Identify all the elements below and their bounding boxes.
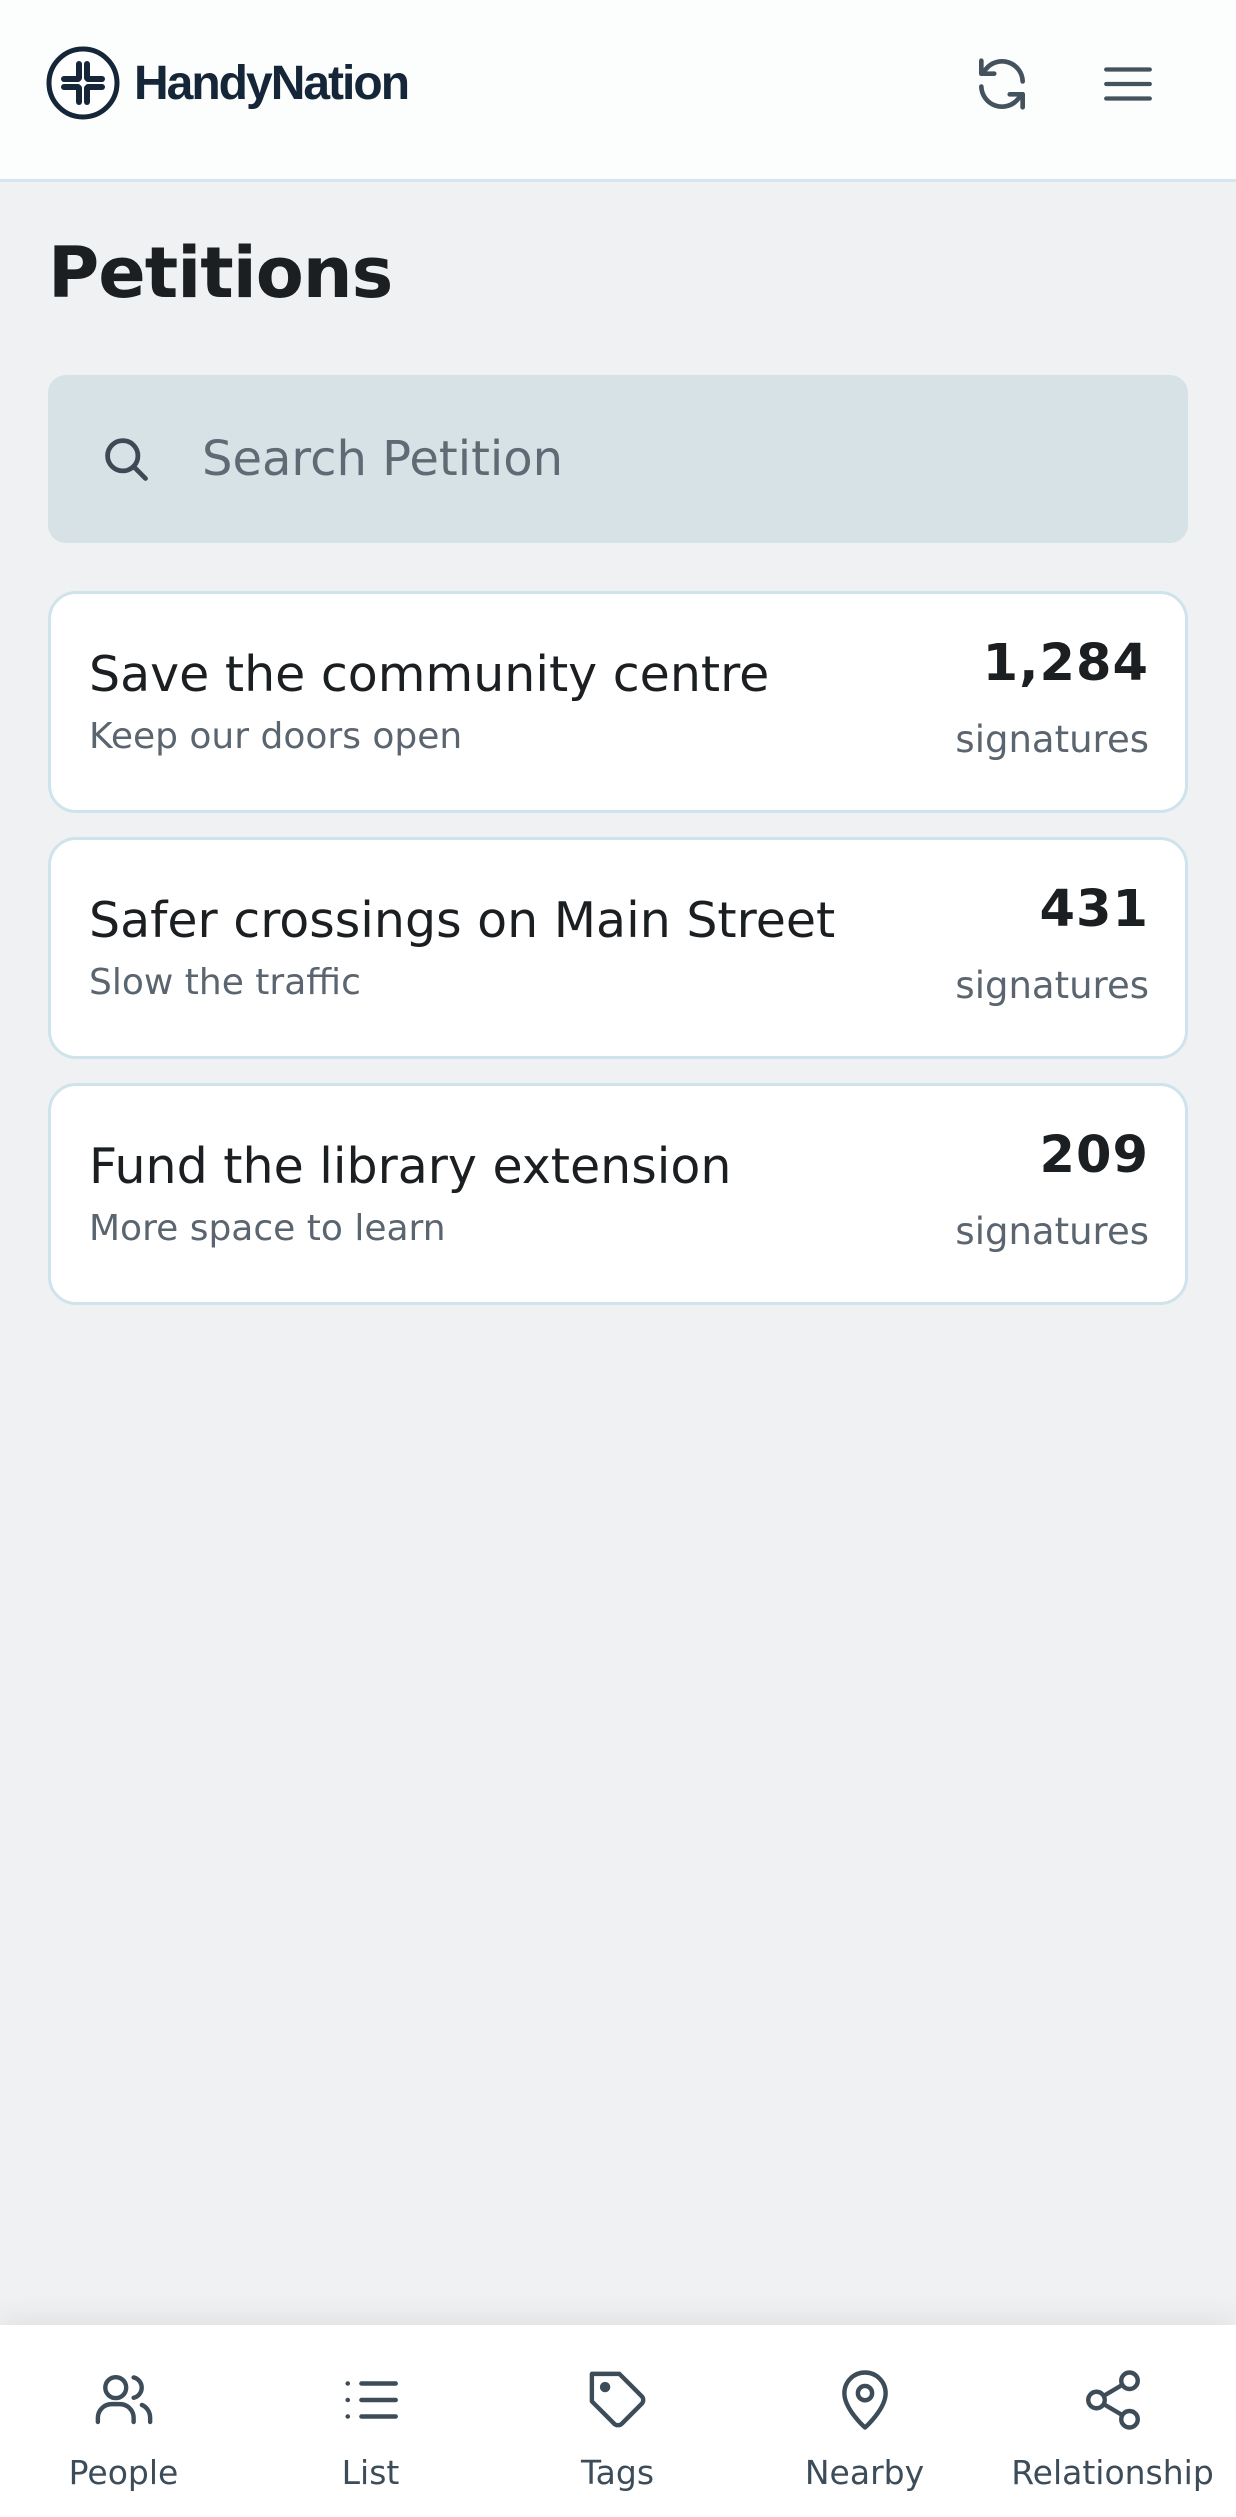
petition-title: Fund the library extension <box>89 1138 732 1195</box>
petition-title: Save the community centre <box>89 646 770 703</box>
nav-item-nearby[interactable]: Nearby <box>741 2325 988 2517</box>
nav-item-tags[interactable]: Tags <box>494 2325 741 2517</box>
search-icon <box>105 438 148 481</box>
signature-count: 1,284 <box>982 634 1149 693</box>
menu-button[interactable] <box>1092 48 1164 120</box>
map-pin-icon <box>841 2370 888 2430</box>
petition-title: Safer crossings on Main Street <box>89 892 836 949</box>
nav-item-people[interactable]: People <box>0 2325 247 2517</box>
list-icon <box>344 2381 398 2419</box>
petition-card[interactable]: Safer crossings on Main Street Slow the … <box>48 837 1188 1059</box>
nav-label: Tags <box>580 2453 655 2492</box>
signature-unit: signatures <box>955 718 1149 761</box>
nav-label: Relationship <box>1011 2453 1214 2492</box>
petition-subtitle: Slow the traffic <box>89 962 361 1003</box>
petition-subtitle: More space to learn <box>89 1208 446 1249</box>
bottom-navigation: People List Tags Nearby Relationship <box>0 2325 1236 2517</box>
signature-unit: signatures <box>955 964 1149 1007</box>
share-nodes-icon <box>1085 2370 1140 2430</box>
nav-label: Nearby <box>804 2453 925 2492</box>
refresh-button[interactable] <box>966 48 1038 120</box>
nav-label: List <box>341 2453 400 2492</box>
search-bar[interactable] <box>48 375 1188 543</box>
nav-item-relationship[interactable]: Relationship <box>989 2325 1236 2517</box>
signature-count: 431 <box>1039 880 1149 939</box>
hamburger-menu-icon <box>1104 67 1152 101</box>
petition-card[interactable]: Save the community centre Keep our doors… <box>48 591 1188 813</box>
search-input[interactable] <box>202 419 1142 499</box>
signature-unit: signatures <box>955 1210 1149 1253</box>
tag-icon <box>589 2371 645 2428</box>
brand-logo[interactable]: HandyNation <box>46 46 410 120</box>
brand-name: HandyNation <box>134 56 410 110</box>
signature-count: 209 <box>1039 1126 1149 1185</box>
nav-label: People <box>68 2453 179 2492</box>
petition-card[interactable]: Fund the library extension More space to… <box>48 1083 1188 1305</box>
refresh-icon <box>979 58 1025 110</box>
app-header: HandyNation <box>0 0 1236 182</box>
petition-subtitle: Keep our doors open <box>89 716 463 757</box>
nav-item-list[interactable]: List <box>247 2325 494 2517</box>
people-icon <box>95 2374 152 2425</box>
handynation-logo-icon <box>46 46 120 120</box>
page-title: Petitions <box>48 232 393 314</box>
